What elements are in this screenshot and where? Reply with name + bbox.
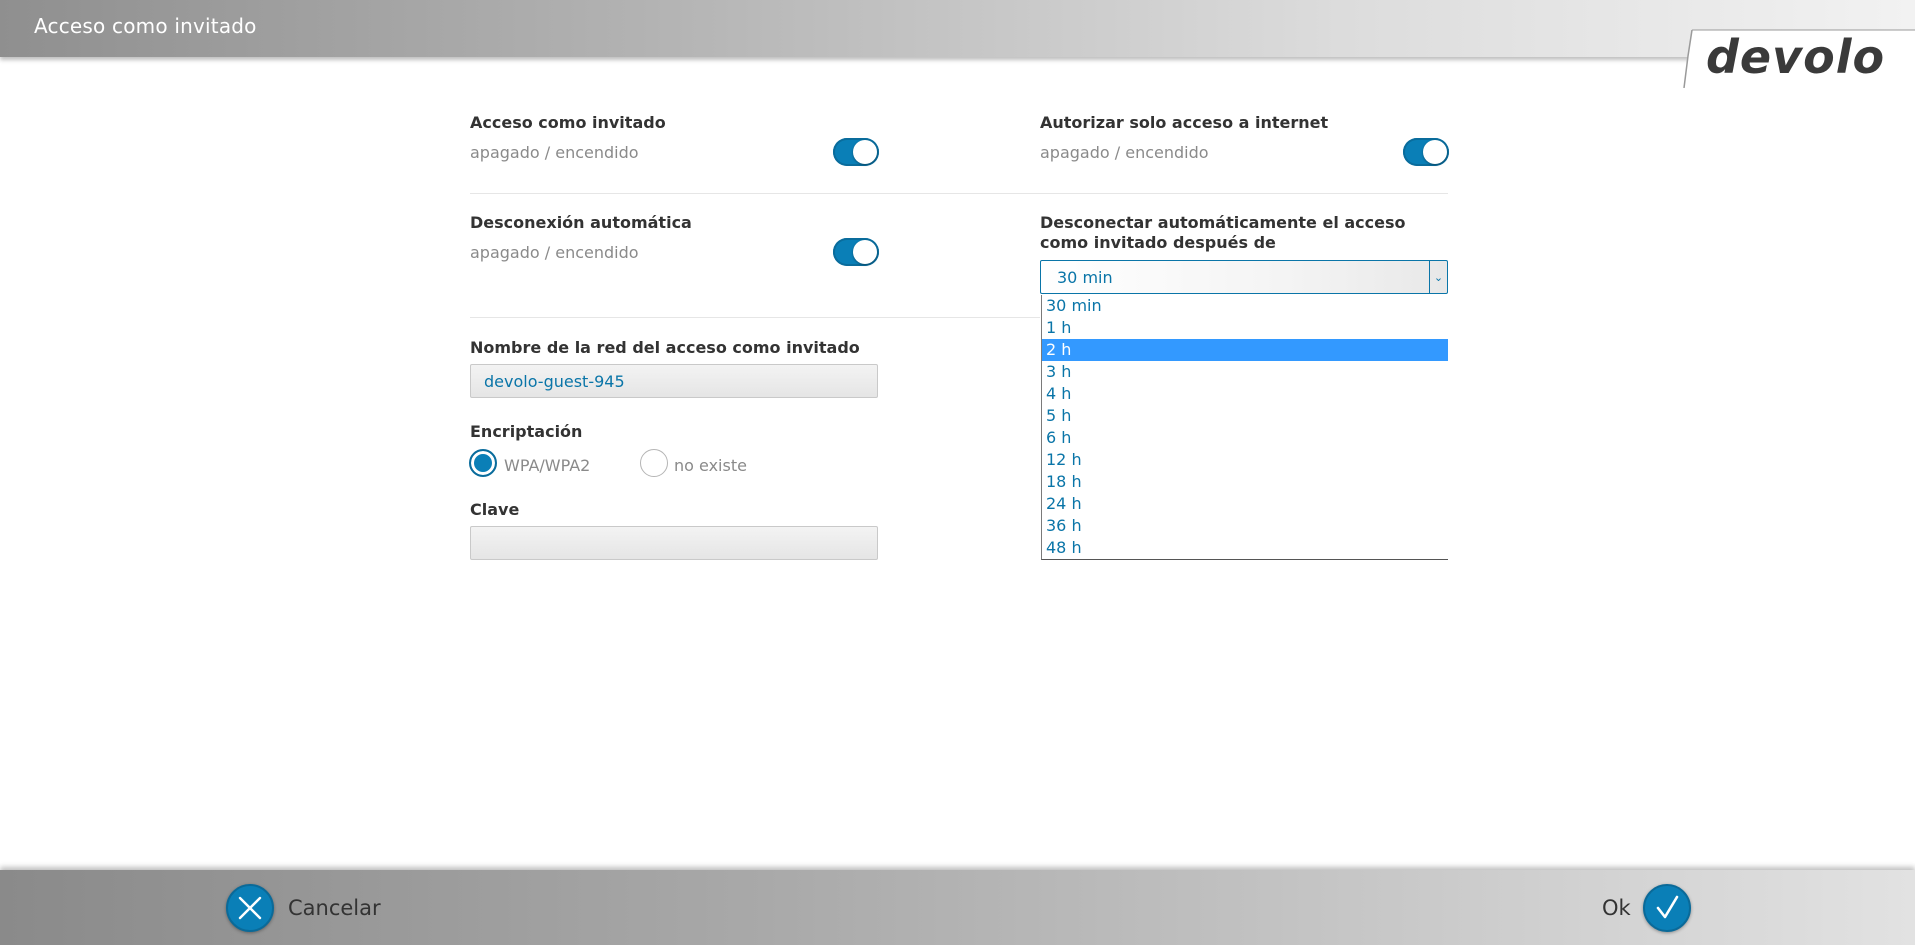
guest-access-title: Acceso como invitado (470, 113, 666, 132)
guest-access-sub: apagado / encendido (470, 143, 639, 162)
toggle-knob (1423, 140, 1447, 164)
no-encryption-radio-label: no existe (674, 456, 747, 475)
key-input[interactable] (470, 526, 878, 560)
dropdown-option[interactable]: 24 h (1042, 493, 1448, 515)
cancel-label[interactable]: Cancelar (288, 896, 381, 920)
devolo-logo: devolo (1706, 30, 1886, 84)
disconnect-after-select[interactable]: 30 min ⌄ (1040, 260, 1448, 294)
divider (470, 317, 1040, 318)
dropdown-option[interactable]: 4 h (1042, 383, 1448, 405)
footer-bar: Cancelar Ok (0, 870, 1915, 945)
disconnect-after-title: Desconectar automáticamente el acceso co… (1040, 213, 1406, 252)
auto-disconnect-title: Desconexión automática (470, 213, 692, 232)
toggle-knob (853, 240, 877, 264)
checkmark-icon (1656, 895, 1679, 919)
disconnect-after-dropdown: 30 min 1 h 2 h 3 h 4 h 5 h 6 h 12 h 18 h… (1041, 295, 1448, 560)
header-bar: Acceso como invitado (0, 0, 1915, 57)
internet-only-sub: apagado / encendido (1040, 143, 1209, 162)
network-name-title: Nombre de la red del acceso como invitad… (470, 338, 860, 357)
cancel-button[interactable] (226, 884, 274, 932)
dropdown-option[interactable]: 1 h (1042, 317, 1448, 339)
select-value: 30 min (1057, 268, 1113, 287)
dropdown-option-highlighted[interactable]: 2 h (1042, 339, 1448, 361)
ok-button[interactable] (1643, 884, 1691, 932)
wpa-radio[interactable] (469, 449, 497, 477)
ok-label[interactable]: Ok (1602, 896, 1631, 920)
wpa-radio-label: WPA/WPA2 (504, 456, 591, 475)
dropdown-option[interactable]: 6 h (1042, 427, 1448, 449)
internet-only-toggle[interactable] (1403, 138, 1449, 166)
key-title: Clave (470, 500, 520, 519)
dropdown-option[interactable]: 3 h (1042, 361, 1448, 383)
auto-disconnect-toggle[interactable] (833, 238, 879, 266)
dropdown-option[interactable]: 30 min (1042, 295, 1448, 317)
page-title: Acceso como invitado (34, 14, 257, 38)
encryption-title: Encriptación (470, 422, 583, 441)
no-encryption-radio[interactable] (640, 449, 668, 477)
internet-only-title: Autorizar solo acceso a internet (1040, 113, 1329, 132)
dropdown-option[interactable]: 36 h (1042, 515, 1448, 537)
toggle-knob (853, 140, 877, 164)
guest-access-toggle[interactable] (833, 138, 879, 166)
dropdown-option[interactable]: 18 h (1042, 471, 1448, 493)
network-name-input[interactable] (470, 364, 878, 398)
chevron-down-icon[interactable]: ⌄ (1429, 261, 1447, 293)
close-icon (238, 896, 262, 920)
auto-disconnect-sub: apagado / encendido (470, 243, 639, 262)
dropdown-option[interactable]: 5 h (1042, 405, 1448, 427)
divider (470, 193, 1448, 194)
dropdown-option[interactable]: 12 h (1042, 449, 1448, 471)
dropdown-option[interactable]: 48 h (1042, 537, 1448, 559)
